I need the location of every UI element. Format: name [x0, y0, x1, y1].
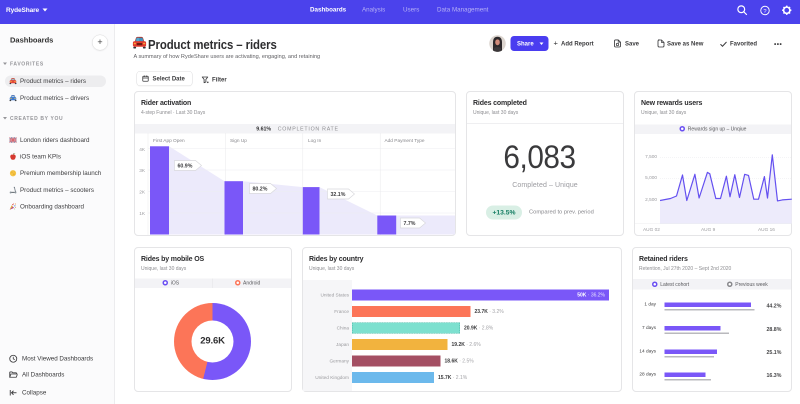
svg-text:32.1%: 32.1% — [331, 192, 346, 198]
svg-text:80.2%: 80.2% — [253, 187, 268, 193]
svg-text:?: ? — [763, 9, 766, 15]
svg-text:7.7%: 7.7% — [404, 221, 416, 227]
svg-text:60.9%: 60.9% — [178, 164, 193, 170]
